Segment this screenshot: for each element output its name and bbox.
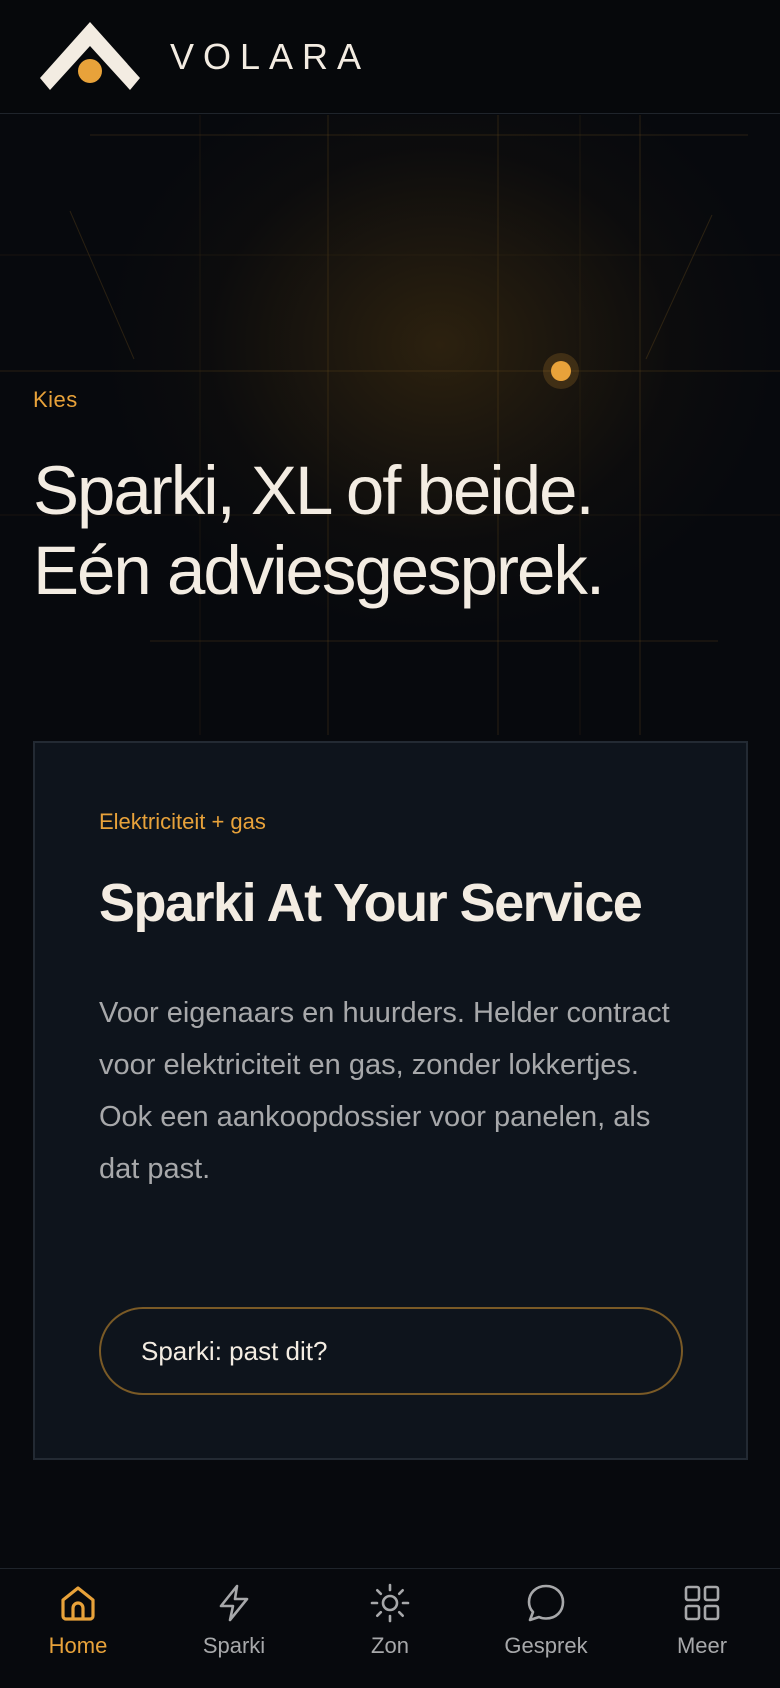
- nav-label-zon: Zon: [371, 1633, 409, 1658]
- nav-item-home[interactable]: Home: [0, 1569, 156, 1688]
- sparki-fit-button[interactable]: Sparki: past dit?: [99, 1307, 683, 1395]
- hero-title: Sparki, XL of beide. Eén adviesgesprek.: [33, 451, 753, 611]
- nav-item-meer[interactable]: Meer: [624, 1569, 780, 1688]
- app-header: VOLARA: [0, 0, 780, 114]
- card-description: Voor eigenaars en huurders. Helder contr…: [99, 997, 670, 1185]
- hero-section: Kies Sparki, XL of beide. Eén adviesgesp…: [0, 115, 780, 735]
- brand-name: VOLARA: [170, 36, 371, 77]
- nav-label-gesprek: Gesprek: [504, 1633, 588, 1658]
- card-title: Sparki At Your Service: [99, 873, 643, 933]
- hero-title-line-1: Sparki, XL of beide.: [33, 452, 595, 529]
- lightning-icon: [219, 1584, 249, 1622]
- nav-item-gesprek[interactable]: Gesprek: [468, 1569, 624, 1688]
- nav-label-home: Home: [48, 1633, 108, 1658]
- nav-item-zon[interactable]: Zon: [312, 1569, 468, 1688]
- volara-logo-icon[interactable]: [38, 20, 142, 92]
- sun-icon: [370, 1583, 410, 1623]
- nav-item-sparki[interactable]: Sparki: [156, 1569, 312, 1688]
- nav-label-sparki: Sparki: [202, 1633, 266, 1658]
- home-icon: [61, 1586, 95, 1621]
- hero-decoration: [0, 115, 780, 735]
- bottom-navigation: Home Sparki Zon Gesprek Meer: [0, 1568, 780, 1688]
- grid-icon: [684, 1585, 720, 1621]
- hero-eyebrow: Kies: [33, 387, 78, 412]
- chat-bubble-icon: [527, 1584, 565, 1622]
- nav-label-meer: Meer: [676, 1633, 728, 1658]
- card-eyebrow: Elektriciteit + gas: [99, 809, 266, 834]
- service-card: Elektriciteit + gas Sparki At Your Servi…: [33, 741, 748, 1460]
- hero-title-line-2: Eén adviesgesprek.: [33, 532, 605, 609]
